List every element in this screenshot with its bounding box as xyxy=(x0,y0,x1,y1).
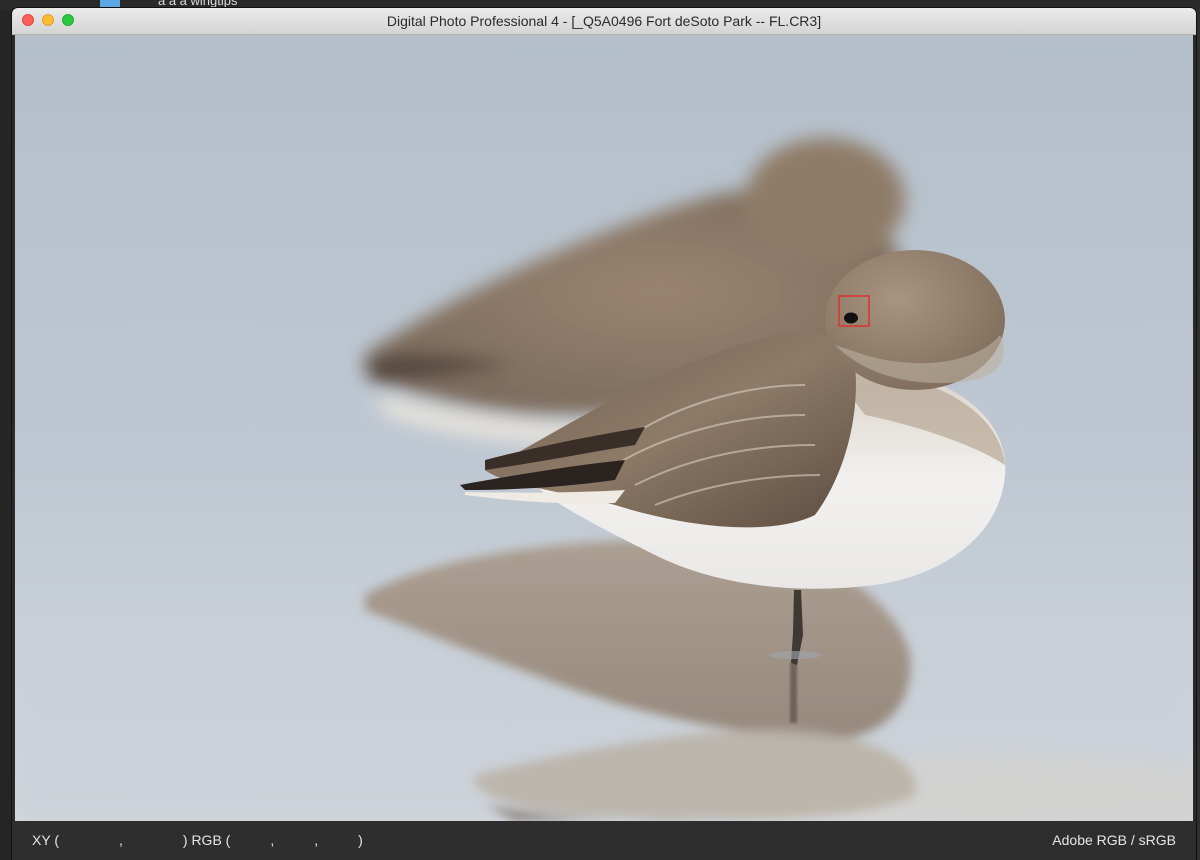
background-window-left xyxy=(0,10,12,860)
desktop-folder-label[interactable]: a a a wingtips xyxy=(158,0,238,8)
rgb-comma-2: , xyxy=(314,832,319,848)
bird-eye xyxy=(844,312,858,324)
xy-comma: , xyxy=(118,832,123,848)
window-title: Digital Photo Professional 4 - [_Q5A0496… xyxy=(386,13,822,29)
xy-label: XY ( xyxy=(32,832,59,848)
photo-image xyxy=(15,35,1193,821)
screen: a a a wingtips Digital Photo Professiona… xyxy=(0,0,1200,860)
folder-icon[interactable] xyxy=(100,0,120,8)
readout-area: XY (,) RGB (,,) xyxy=(32,821,363,860)
image-preview-window: Digital Photo Professional 4 - [_Q5A0496… xyxy=(12,8,1196,860)
rgb-close: ) xyxy=(358,832,363,848)
photo-viewport[interactable] xyxy=(15,35,1193,821)
rgb-comma-1: , xyxy=(270,832,275,848)
status-bar: XY (,) RGB (,,) Adobe RGB / sRGB xyxy=(12,821,1196,860)
color-space-label: Adobe RGB / sRGB xyxy=(1052,832,1176,848)
rgb-label: RGB ( xyxy=(191,832,231,848)
xy-close: ) xyxy=(182,832,188,848)
title-bar[interactable]: Digital Photo Professional 4 - [_Q5A0496… xyxy=(12,8,1196,35)
